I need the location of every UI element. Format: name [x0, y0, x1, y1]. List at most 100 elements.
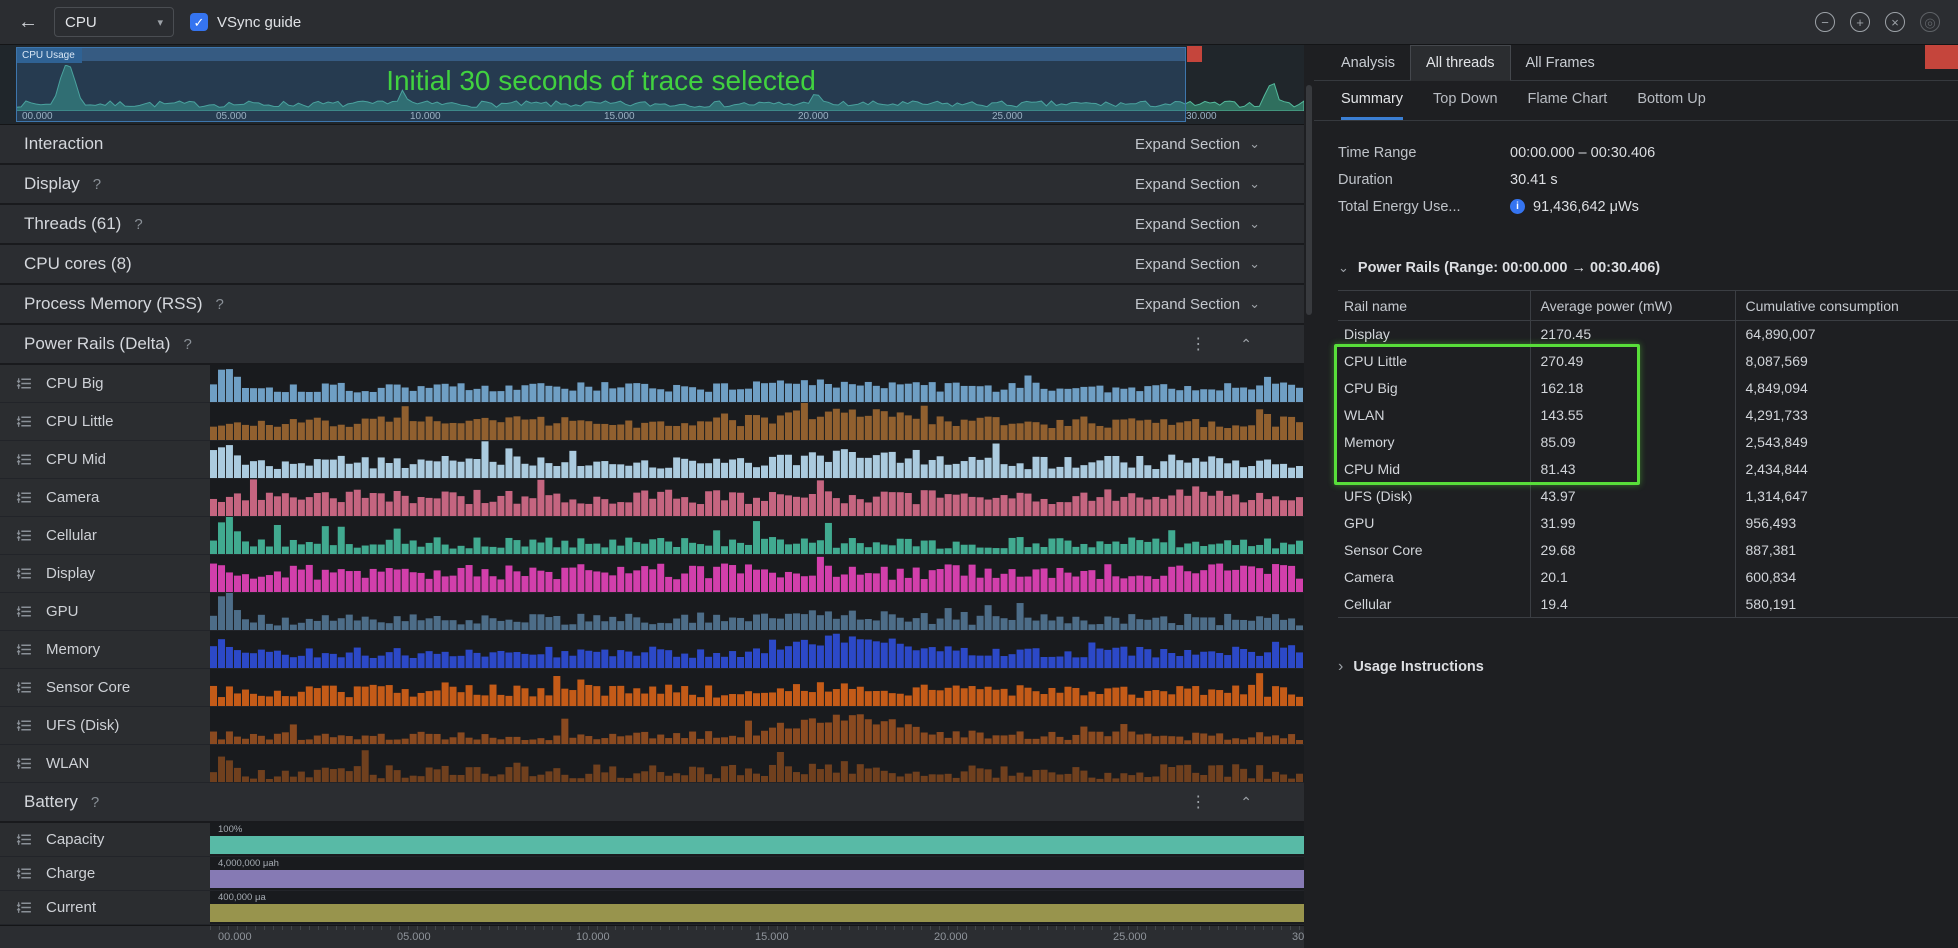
rail-name-cell[interactable]: Sensor Core: [1338, 537, 1530, 564]
track-chart[interactable]: [210, 707, 1304, 744]
section-header-row[interactable]: CPU cores (8) ? Expand Section ⌄: [0, 245, 1304, 285]
column-header[interactable]: Average power (mW): [1530, 291, 1735, 321]
battery-chart[interactable]: 4,000,000 μah: [210, 857, 1304, 890]
rail-table-row[interactable]: WLAN 143.55 4,291,733: [1338, 402, 1958, 429]
analysis-subtab[interactable]: Flame Chart: [1528, 81, 1608, 120]
analysis-subtab[interactable]: Bottom Up: [1637, 81, 1706, 120]
rail-table-row[interactable]: Cellular 19.4 580,191: [1338, 591, 1958, 618]
help-icon[interactable]: ?: [216, 296, 224, 313]
track-label[interactable]: CPU Mid: [0, 441, 210, 478]
track-chart[interactable]: [210, 745, 1304, 782]
track-chart[interactable]: [210, 669, 1304, 706]
rail-table-row[interactable]: CPU Little 270.49 8,087,569: [1338, 348, 1958, 375]
avg-power-cell[interactable]: 81.43: [1530, 456, 1735, 483]
zoom-in-icon[interactable]: +: [1850, 12, 1870, 32]
track-chart[interactable]: [210, 365, 1304, 402]
vsync-guide-toggle[interactable]: ✓ VSync guide: [190, 13, 301, 31]
expand-section-button[interactable]: Expand Section ⌄: [1135, 176, 1260, 193]
rail-name-cell[interactable]: CPU Mid: [1338, 456, 1530, 483]
track-chart[interactable]: [210, 631, 1304, 668]
power-rails-section-header[interactable]: Power Rails (Delta) ? ⋮ ⌃: [0, 325, 1304, 365]
analysis-tab[interactable]: All Frames: [1511, 45, 1610, 80]
help-icon[interactable]: ?: [91, 794, 99, 811]
track-label[interactable]: CPU Little: [0, 403, 210, 440]
track-label[interactable]: Charge: [0, 857, 210, 890]
rail-name-cell[interactable]: Camera: [1338, 564, 1530, 591]
avg-power-cell[interactable]: 20.1: [1530, 564, 1735, 591]
rail-table-row[interactable]: Camera 20.1 600,834: [1338, 564, 1958, 591]
avg-power-cell[interactable]: 143.55: [1530, 402, 1735, 429]
analysis-subtab[interactable]: Summary: [1341, 81, 1403, 120]
track-chart[interactable]: [210, 441, 1304, 478]
cumulative-cell[interactable]: 2,543,849: [1735, 429, 1958, 456]
avg-power-cell[interactable]: 162.18: [1530, 375, 1735, 402]
track-label[interactable]: WLAN: [0, 745, 210, 782]
process-selector-dropdown[interactable]: CPU ▾: [54, 7, 174, 37]
cumulative-cell[interactable]: 887,381: [1735, 537, 1958, 564]
cumulative-cell[interactable]: 580,191: [1735, 591, 1958, 618]
rail-name-cell[interactable]: Memory: [1338, 429, 1530, 456]
power-rails-table-header[interactable]: ⌄ Power Rails (Range: 00:00.000 → 00:30.…: [1338, 260, 1934, 276]
avg-power-cell[interactable]: 31.99: [1530, 510, 1735, 537]
cumulative-cell[interactable]: 4,291,733: [1735, 402, 1958, 429]
rail-name-cell[interactable]: WLAN: [1338, 402, 1530, 429]
section-header-row[interactable]: Display ? Expand Section ⌄: [0, 165, 1304, 205]
expand-section-button[interactable]: Expand Section ⌄: [1135, 136, 1260, 153]
help-icon[interactable]: ?: [134, 216, 142, 233]
track-chart[interactable]: [210, 555, 1304, 592]
track-chart[interactable]: [210, 479, 1304, 516]
track-label[interactable]: GPU: [0, 593, 210, 630]
column-header[interactable]: Rail name: [1338, 291, 1530, 321]
cumulative-cell[interactable]: 4,849,094: [1735, 375, 1958, 402]
back-button[interactable]: ←: [18, 11, 38, 34]
reset-zoom-icon[interactable]: ×: [1885, 12, 1905, 32]
track-label[interactable]: Memory: [0, 631, 210, 668]
cumulative-cell[interactable]: 8,087,569: [1735, 348, 1958, 375]
avg-power-cell[interactable]: 29.68: [1530, 537, 1735, 564]
rail-table-row[interactable]: Memory 85.09 2,543,849: [1338, 429, 1958, 456]
section-header-row[interactable]: Threads (61) ? Expand Section ⌄: [0, 205, 1304, 245]
track-label[interactable]: Sensor Core: [0, 669, 210, 706]
track-chart[interactable]: [210, 517, 1304, 554]
analysis-tab[interactable]: All threads: [1410, 45, 1511, 81]
info-icon[interactable]: i: [1510, 199, 1525, 214]
checkbox-checked-icon[interactable]: ✓: [190, 13, 208, 31]
avg-power-cell[interactable]: 85.09: [1530, 429, 1735, 456]
more-options-icon[interactable]: ⋮: [1190, 792, 1206, 812]
collapse-section-icon[interactable]: ⌃: [1240, 336, 1252, 353]
rail-name-cell[interactable]: CPU Big: [1338, 375, 1530, 402]
help-icon[interactable]: ?: [93, 176, 101, 193]
battery-section-header[interactable]: Battery ? ⋮ ⌃: [0, 783, 1304, 823]
track-label[interactable]: UFS (Disk): [0, 707, 210, 744]
cumulative-cell[interactable]: 2,434,844: [1735, 456, 1958, 483]
rail-table-row[interactable]: GPU 31.99 956,493: [1338, 510, 1958, 537]
section-header-row[interactable]: Process Memory (RSS) ? Expand Section ⌄: [0, 285, 1304, 325]
battery-chart[interactable]: 400,000 μa: [210, 891, 1304, 924]
zoom-to-selection-icon[interactable]: ◎: [1920, 12, 1940, 32]
cumulative-cell[interactable]: 1,314,647: [1735, 483, 1958, 510]
rail-name-cell[interactable]: Cellular: [1338, 591, 1530, 618]
rail-name-cell[interactable]: GPU: [1338, 510, 1530, 537]
help-icon[interactable]: ?: [183, 336, 191, 353]
track-chart[interactable]: [210, 403, 1304, 440]
rail-name-cell[interactable]: CPU Little: [1338, 348, 1530, 375]
cumulative-cell[interactable]: 64,890,007: [1735, 321, 1958, 348]
track-label[interactable]: Current: [0, 891, 210, 924]
analysis-subtab[interactable]: Top Down: [1433, 81, 1497, 120]
track-label[interactable]: CPU Big: [0, 365, 210, 402]
rail-table-row[interactable]: Sensor Core 29.68 887,381: [1338, 537, 1958, 564]
collapse-section-icon[interactable]: ⌃: [1240, 794, 1252, 811]
avg-power-cell[interactable]: 43.97: [1530, 483, 1735, 510]
cumulative-cell[interactable]: 600,834: [1735, 564, 1958, 591]
expand-section-button[interactable]: Expand Section ⌄: [1135, 216, 1260, 233]
rail-table-row[interactable]: UFS (Disk) 43.97 1,314,647: [1338, 483, 1958, 510]
rail-table-row[interactable]: Display 2170.45 64,890,007: [1338, 321, 1958, 348]
expand-section-button[interactable]: Expand Section ⌄: [1135, 296, 1260, 313]
avg-power-cell[interactable]: 2170.45: [1530, 321, 1735, 348]
column-header[interactable]: Cumulative consumption: [1735, 291, 1958, 321]
rail-table-row[interactable]: CPU Big 162.18 4,849,094: [1338, 375, 1958, 402]
track-label[interactable]: Camera: [0, 479, 210, 516]
track-label[interactable]: Display: [0, 555, 210, 592]
cumulative-cell[interactable]: 956,493: [1735, 510, 1958, 537]
usage-instructions-header[interactable]: › Usage Instructions: [1338, 658, 1934, 676]
